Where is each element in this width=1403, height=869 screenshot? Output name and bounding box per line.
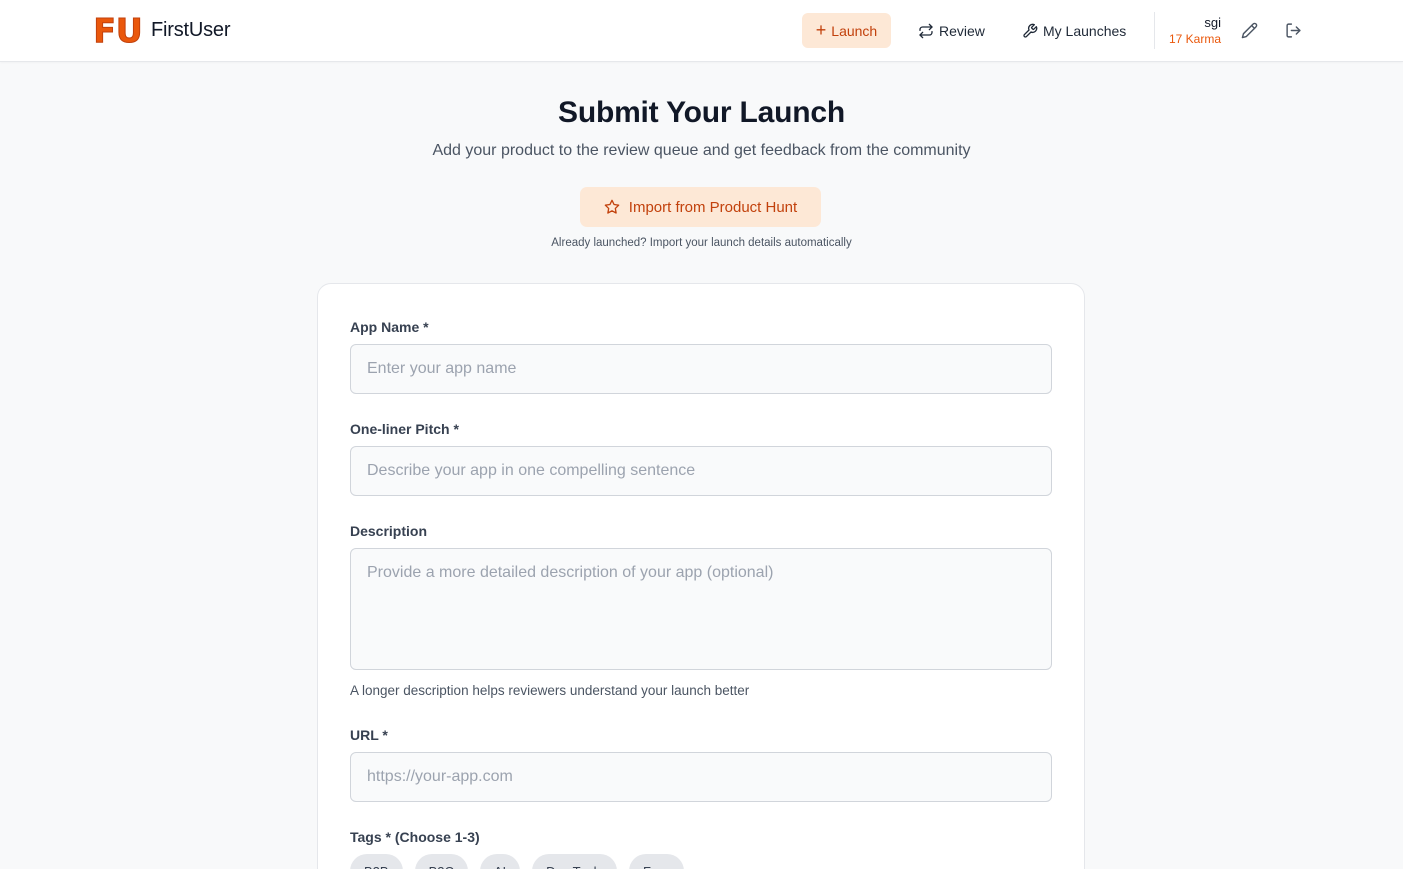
plus-icon: + <box>815 19 827 40</box>
nav-divider <box>1154 12 1155 49</box>
tag-option[interactable]: Dev Tools <box>532 854 618 869</box>
user-karma: 17 Karma <box>1168 32 1221 46</box>
top-navbar: FU FirstUser + Launch Review My Launches… <box>0 0 1403 62</box>
import-product-hunt-button[interactable]: Import from Product Hunt <box>580 187 821 227</box>
nav-review-link[interactable]: Review <box>918 13 985 48</box>
tag-option[interactable]: AI <box>479 854 521 869</box>
brand[interactable]: FU FirstUser <box>92 13 231 47</box>
wrench-icon <box>1023 23 1038 38</box>
nav-review-label: Review <box>939 22 985 39</box>
brand-name: FirstUser <box>151 18 231 41</box>
tags-label: Tags * (Choose 1-3) <box>350 829 480 845</box>
nav-my-launches-label: My Launches <box>1043 22 1127 39</box>
description-textarea[interactable] <box>350 548 1052 670</box>
import-hint: Already launched? Import your launch det… <box>551 237 852 249</box>
tag-option[interactable]: Free <box>629 854 684 869</box>
star-icon <box>604 199 620 214</box>
import-button-label: Import from Product Hunt <box>628 198 798 216</box>
description-helper: A longer description helps reviewers und… <box>350 683 750 698</box>
brand-logo-icon: FU <box>92 13 144 47</box>
launch-form-card: App Name * One-liner Pitch * Description… <box>317 283 1085 869</box>
url-input[interactable] <box>350 752 1052 802</box>
app-name-input[interactable] <box>350 344 1052 394</box>
page-title: Submit Your Launch <box>558 96 845 129</box>
nav-launch-button[interactable]: + Launch <box>802 13 891 48</box>
user-info[interactable]: sgi 17 Karma <box>1169 15 1221 47</box>
tag-option[interactable]: B2B <box>350 854 403 869</box>
pitch-label: One-liner Pitch * <box>350 421 459 437</box>
logout-button[interactable] <box>1283 20 1303 40</box>
description-label: Description <box>350 523 428 539</box>
url-label: URL * <box>350 727 388 743</box>
pencil-icon <box>1241 22 1257 38</box>
repeat-icon <box>919 23 933 38</box>
svg-text:FU: FU <box>93 13 142 47</box>
tag-option[interactable]: B2C <box>414 854 468 869</box>
nav-my-launches-link[interactable]: My Launches <box>1022 13 1126 48</box>
nav-launch-label: Launch <box>831 22 878 39</box>
tag-options: B2B B2C AI Dev Tools Free <box>350 854 684 869</box>
edit-profile-button[interactable] <box>1239 20 1259 40</box>
page-subtitle: Add your product to the review queue and… <box>432 142 971 159</box>
logout-icon <box>1285 22 1301 38</box>
user-name: sgi <box>1204 15 1221 30</box>
app-name-label: App Name * <box>350 319 429 335</box>
pitch-input[interactable] <box>350 446 1052 496</box>
